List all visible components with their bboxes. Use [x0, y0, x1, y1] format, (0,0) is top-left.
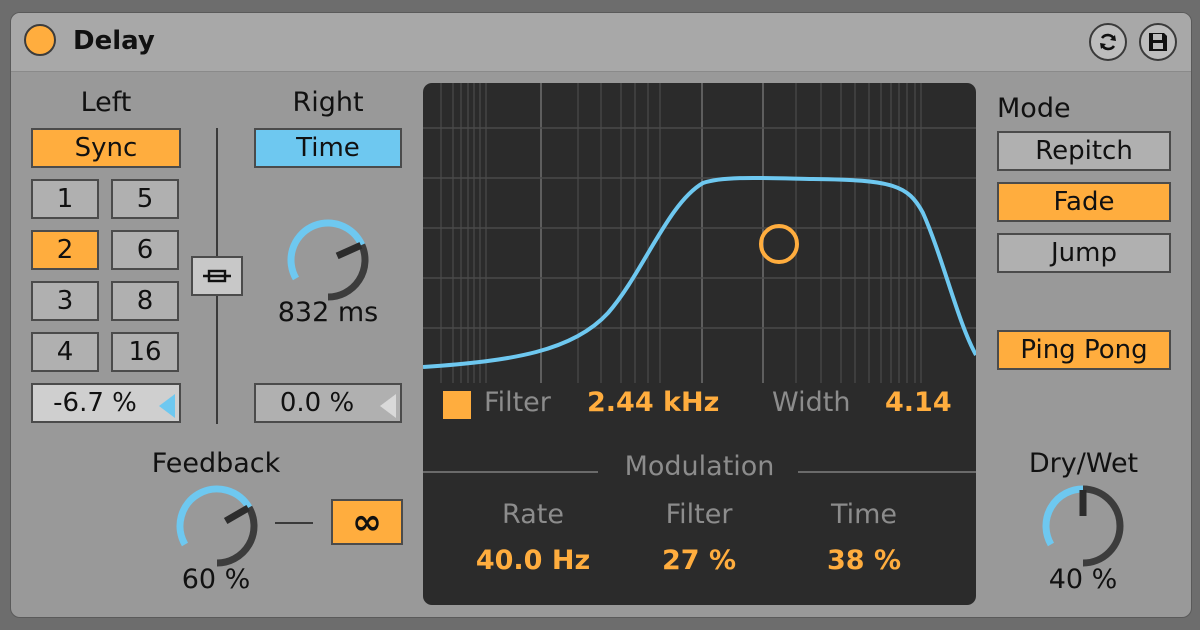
left-beat-button-4[interactable]: 4 [31, 332, 99, 372]
filter-frequency-value[interactable]: 2.44 kHz [587, 387, 719, 418]
modulation-heading: Modulation [624, 451, 775, 482]
delay-device: Delay Left Sync 1 5 2 6 3 8 4 16 -6.7 % [10, 12, 1192, 618]
mod-rate-label: Rate [502, 499, 564, 530]
mode-fade-button[interactable]: Fade [997, 182, 1171, 222]
link-channels-button[interactable] [191, 256, 243, 296]
mod-rate-value[interactable]: 40.0 Hz [463, 545, 603, 576]
left-beat-button-16[interactable]: 16 [111, 332, 179, 372]
delay-device-frame: Delay Left Sync 1 5 2 6 3 8 4 16 -6.7 % [0, 0, 1200, 630]
feedback-knob-pointer [223, 504, 250, 525]
device-title: Delay [73, 26, 155, 56]
width-label: Width [772, 387, 851, 418]
mod-time-label: Time [830, 499, 898, 530]
link-icon [203, 269, 231, 283]
dry-wet-label: Dry/Wet [1028, 448, 1139, 479]
left-beat-button-5[interactable]: 5 [111, 179, 179, 219]
filter-display: Filter 2.44 kHz Width 4.14 Modulation Ra… [423, 83, 976, 605]
left-offset-arrow-icon [159, 394, 175, 418]
left-beat-button-6[interactable]: 6 [111, 230, 179, 270]
dry-wet-value: 40 % [1048, 564, 1118, 595]
filter-handle[interactable] [759, 224, 799, 264]
dry-wet-knob-remaining-arc [1082, 485, 1124, 567]
refresh-icon [1100, 33, 1116, 51]
time-knob-pointer [335, 242, 363, 260]
mode-repitch-button[interactable]: Repitch [997, 131, 1171, 171]
left-offset-value: -6.7 % [53, 388, 137, 418]
filter-toggle-checkbox[interactable] [443, 391, 471, 419]
feedback-freeze-button[interactable]: ∞ [331, 499, 403, 545]
refresh-button[interactable] [1089, 23, 1127, 61]
mode-jump-button[interactable]: Jump [997, 233, 1171, 273]
mode-label: Mode [997, 93, 1071, 124]
left-sync-button[interactable]: Sync [31, 128, 181, 168]
modulation-divider-right [798, 471, 976, 473]
right-time-value: 832 ms [277, 297, 379, 328]
right-time-button[interactable]: Time [254, 128, 402, 168]
freeze-link-line [275, 522, 313, 524]
filter-curve [423, 175, 976, 369]
dry-wet-knob-value-arc [1042, 485, 1084, 547]
right-label: Right [292, 87, 364, 118]
dry-wet-knob[interactable] [1036, 479, 1130, 573]
left-beat-button-8[interactable]: 8 [111, 281, 179, 321]
right-offset-arrow-icon [380, 394, 396, 418]
device-title-bar: Delay [11, 13, 1191, 72]
mod-filter-label: Filter [665, 499, 733, 530]
left-beat-button-1[interactable]: 1 [31, 179, 99, 219]
right-offset-field[interactable]: 0.0 % [254, 383, 402, 423]
left-offset-field[interactable]: -6.7 % [31, 383, 181, 423]
modulation-header: Modulation [423, 451, 976, 491]
save-preset-button[interactable] [1139, 23, 1177, 61]
ping-pong-button[interactable]: Ping Pong [997, 330, 1171, 370]
feedback-value: 60 % [181, 564, 251, 595]
feedback-knob[interactable] [170, 479, 264, 573]
device-power-button[interactable] [24, 24, 56, 56]
mod-time-value[interactable]: 38 % [794, 545, 934, 576]
right-time-knob[interactable] [281, 213, 375, 307]
left-label: Left [80, 87, 132, 118]
left-beat-button-3[interactable]: 3 [31, 281, 99, 321]
feedback-label: Feedback [151, 448, 281, 479]
width-value[interactable]: 4.14 [885, 387, 952, 418]
filter-response-graph[interactable] [423, 83, 976, 383]
mod-filter-value[interactable]: 27 % [629, 545, 769, 576]
right-offset-value: 0.0 % [279, 388, 355, 418]
left-beat-button-2[interactable]: 2 [31, 230, 99, 270]
filter-label: Filter [484, 387, 551, 418]
save-icon [1149, 33, 1167, 51]
